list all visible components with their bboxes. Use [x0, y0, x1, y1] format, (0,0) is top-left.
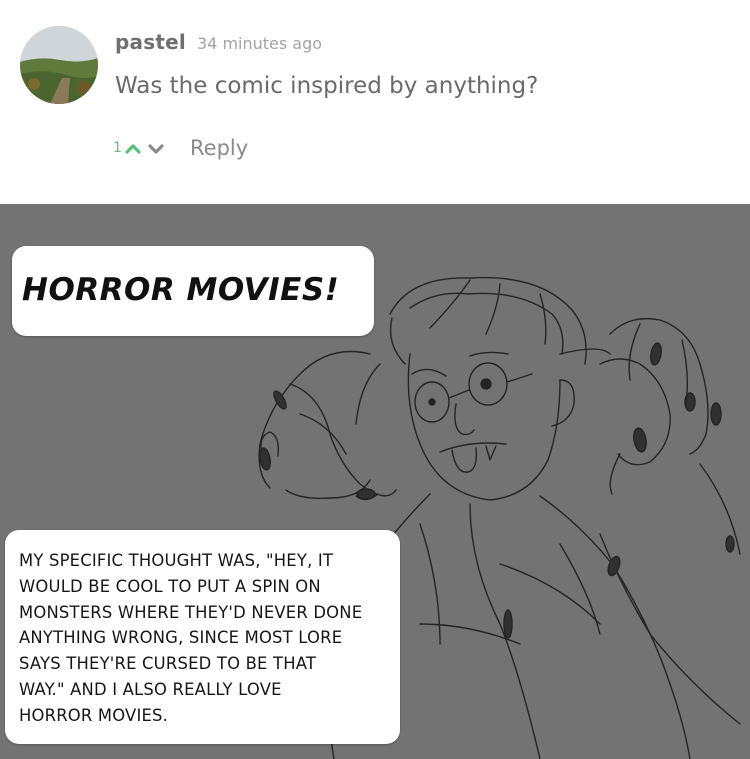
vote-count: 1 — [113, 140, 122, 156]
comment-timestamp: 34 minutes ago — [197, 34, 323, 53]
comment-username[interactable]: pastel — [115, 30, 186, 54]
comment-card: pastel 34 minutes ago Was the comic insp… — [0, 0, 750, 204]
reply-button[interactable]: Reply — [190, 136, 248, 160]
speech-bubble-top: HORROR MOVIES! — [12, 246, 374, 336]
speech-bubble-top-text: HORROR MOVIES! — [22, 272, 340, 308]
chevron-up-icon[interactable] — [123, 139, 143, 159]
speech-bubble-bottom-text: MY SPECIFIC THOUGHT WAS, "HEY, IT WOULD … — [19, 551, 363, 725]
chevron-down-icon[interactable] — [146, 139, 166, 159]
avatar[interactable] — [20, 26, 98, 104]
speech-bubble-bottom: MY SPECIFIC THOUGHT WAS, "HEY, IT WOULD … — [5, 530, 400, 744]
comment-text: Was the comic inspired by anything? — [115, 73, 539, 99]
avatar-landscape-image — [20, 26, 98, 104]
comic-panel: HORROR MOVIES! MY SPECIFIC THOUGHT WAS, … — [0, 204, 750, 759]
